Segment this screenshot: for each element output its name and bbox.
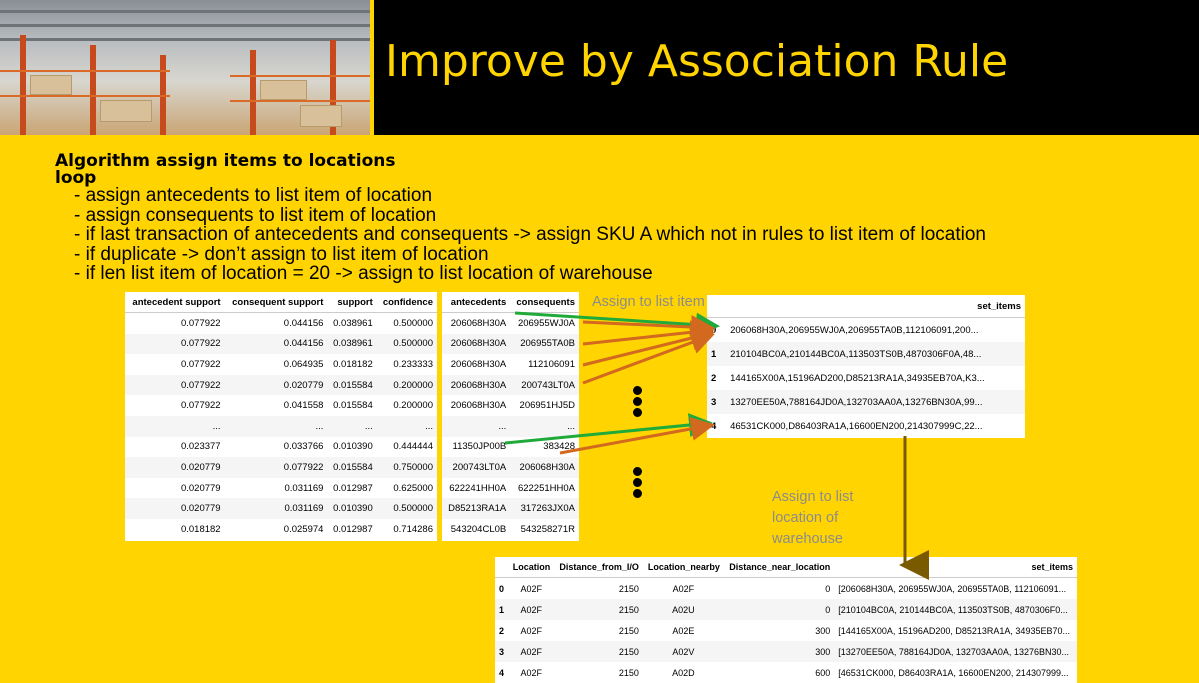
flow-arrows: [504, 311, 929, 580]
arrow-antecedent-to-set4: [504, 413, 713, 445]
